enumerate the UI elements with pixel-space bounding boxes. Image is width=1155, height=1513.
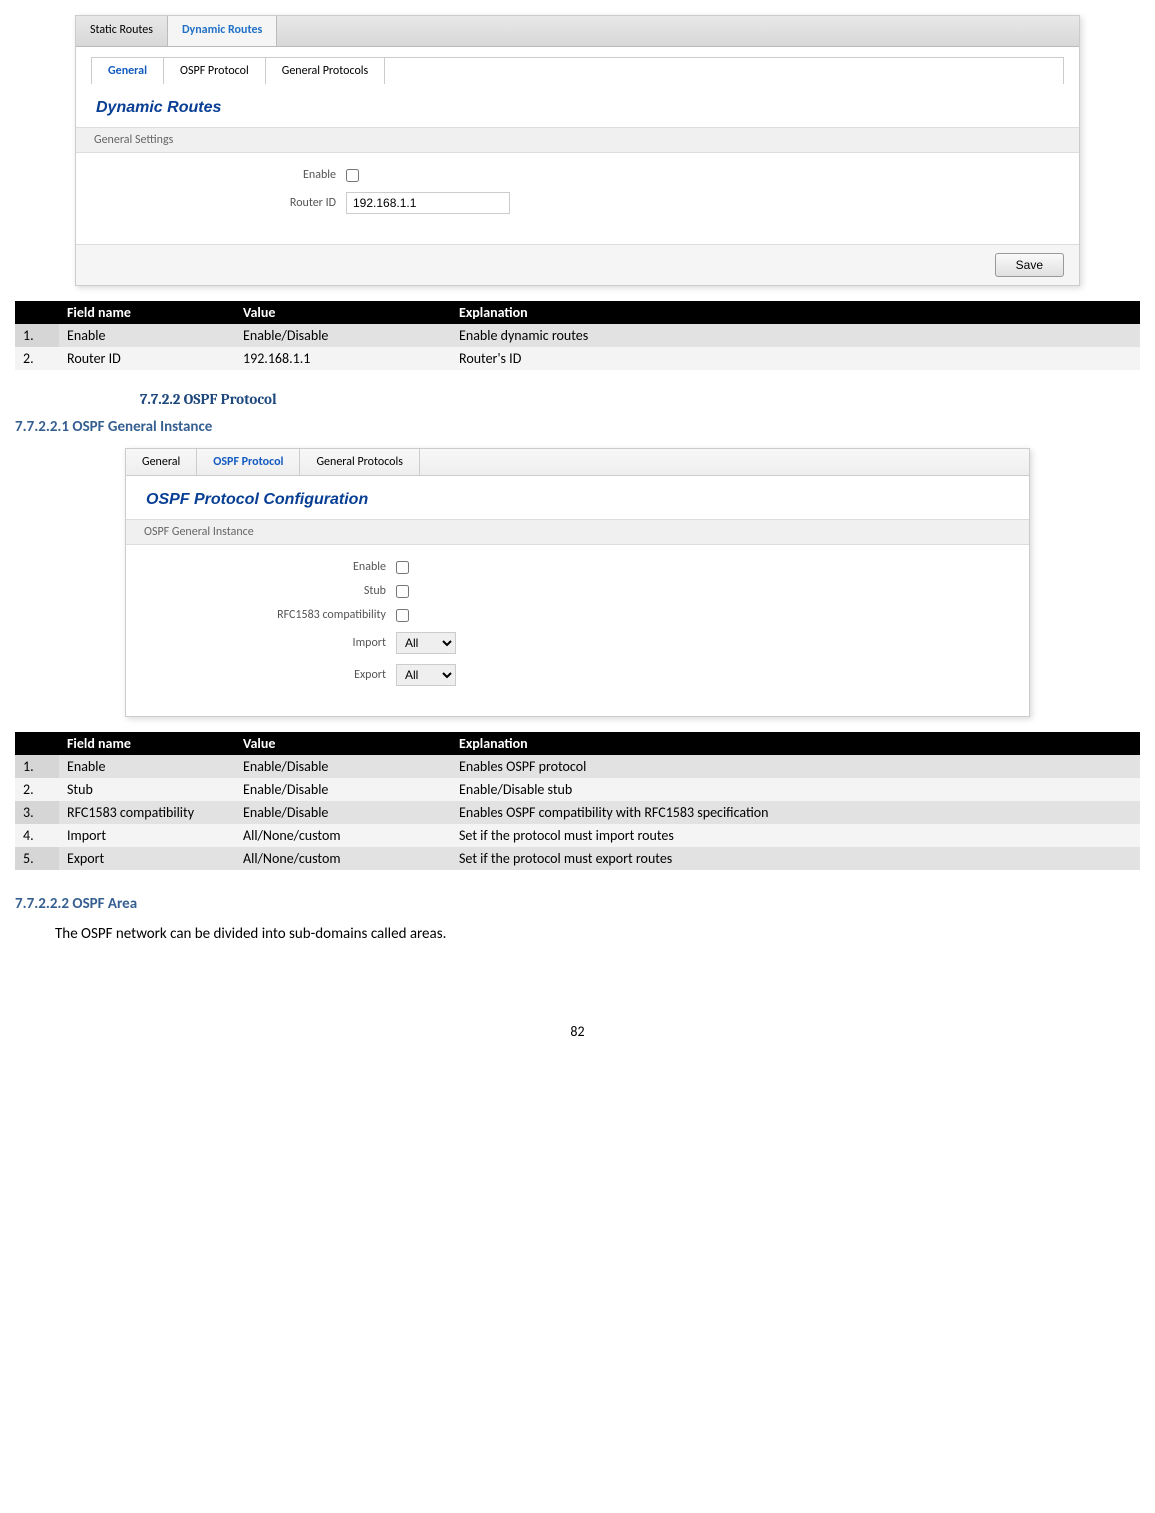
field-table-2: Field name Value Explanation 1. Enable E… (15, 732, 1140, 870)
router-id-label: Router ID (96, 196, 346, 210)
ospf-config-panel: General OSPF Protocol General Protocols … (125, 448, 1030, 717)
subtab2-ospf[interactable]: OSPF Protocol (197, 449, 300, 475)
table-row: 1. Enable Enable/Disable Enable dynamic … (15, 324, 1140, 347)
tab-static-routes[interactable]: Static Routes (76, 16, 168, 46)
subtab2-general[interactable]: General (126, 449, 197, 475)
subtab-general[interactable]: General (92, 58, 164, 84)
save-bar: Save (76, 244, 1079, 285)
heading-ospf-protocol: 7.7.2.2 OSPF Protocol (140, 390, 1140, 408)
col-value: Value (235, 301, 451, 324)
enable-label: Enable (96, 168, 346, 182)
export-select[interactable]: All (396, 664, 456, 686)
page-number: 82 (15, 1023, 1140, 1040)
sub-tabs-2: General OSPF Protocol General Protocols (126, 449, 1029, 476)
section-header: General Settings (76, 127, 1079, 153)
ospf-area-text: The OSPF network can be divided into sub… (55, 925, 1140, 943)
table-row: 2. Stub Enable/Disable Enable/Disable st… (15, 778, 1140, 801)
enable-checkbox[interactable] (346, 169, 359, 182)
table-row: 1. Enable Enable/Disable Enables OSPF pr… (15, 755, 1140, 778)
section-header-2: OSPF General Instance (126, 519, 1029, 545)
table-row: 5. Export All/None/custom Set if the pro… (15, 847, 1140, 870)
export-label: Export (146, 668, 396, 682)
panel-title: Dynamic Routes (96, 99, 1059, 117)
stub-label: Stub (146, 584, 396, 598)
table-row: 3. RFC1583 compatibility Enable/Disable … (15, 801, 1140, 824)
import-select[interactable]: All (396, 632, 456, 654)
stub-checkbox[interactable] (396, 585, 409, 598)
col-field: Field name (59, 301, 235, 324)
form-body: Enable Router ID (76, 153, 1079, 244)
form-body-2: Enable Stub RFC1583 compatibility Import… (126, 545, 1029, 716)
col-value: Value (235, 732, 451, 755)
sub-tabs: General OSPF Protocol General Protocols (91, 57, 1064, 84)
col-expl: Explanation (451, 301, 1140, 324)
ospf-enable-checkbox[interactable] (396, 561, 409, 574)
subtab-ospf[interactable]: OSPF Protocol (164, 58, 266, 84)
heading-ospf-general-instance: 7.7.2.2.1 OSPF General Instance (15, 418, 1140, 436)
rfc-label: RFC1583 compatibility (146, 608, 396, 622)
field-table-1: Field name Value Explanation 1. Enable E… (15, 301, 1140, 370)
top-tabs: Static Routes Dynamic Routes (76, 16, 1079, 47)
router-id-input[interactable] (346, 192, 510, 214)
col-num (15, 732, 59, 755)
ospf-enable-label: Enable (146, 560, 396, 574)
col-field: Field name (59, 732, 235, 755)
table-row: 4. Import All/None/custom Set if the pro… (15, 824, 1140, 847)
import-label: Import (146, 636, 396, 650)
dynamic-routes-panel: Static Routes Dynamic Routes General OSP… (75, 15, 1080, 286)
col-num (15, 301, 59, 324)
subtab2-general-protocols[interactable]: General Protocols (300, 449, 419, 475)
save-button[interactable]: Save (995, 253, 1064, 277)
tab-dynamic-routes[interactable]: Dynamic Routes (168, 16, 277, 46)
panel-title-2: OSPF Protocol Configuration (146, 491, 1009, 509)
rfc-checkbox[interactable] (396, 609, 409, 622)
subtab-general-protocols[interactable]: General Protocols (266, 58, 385, 84)
heading-ospf-area: 7.7.2.2.2 OSPF Area (15, 895, 1140, 913)
table-row: 2. Router ID 192.168.1.1 Router's ID (15, 347, 1140, 370)
col-expl: Explanation (451, 732, 1140, 755)
